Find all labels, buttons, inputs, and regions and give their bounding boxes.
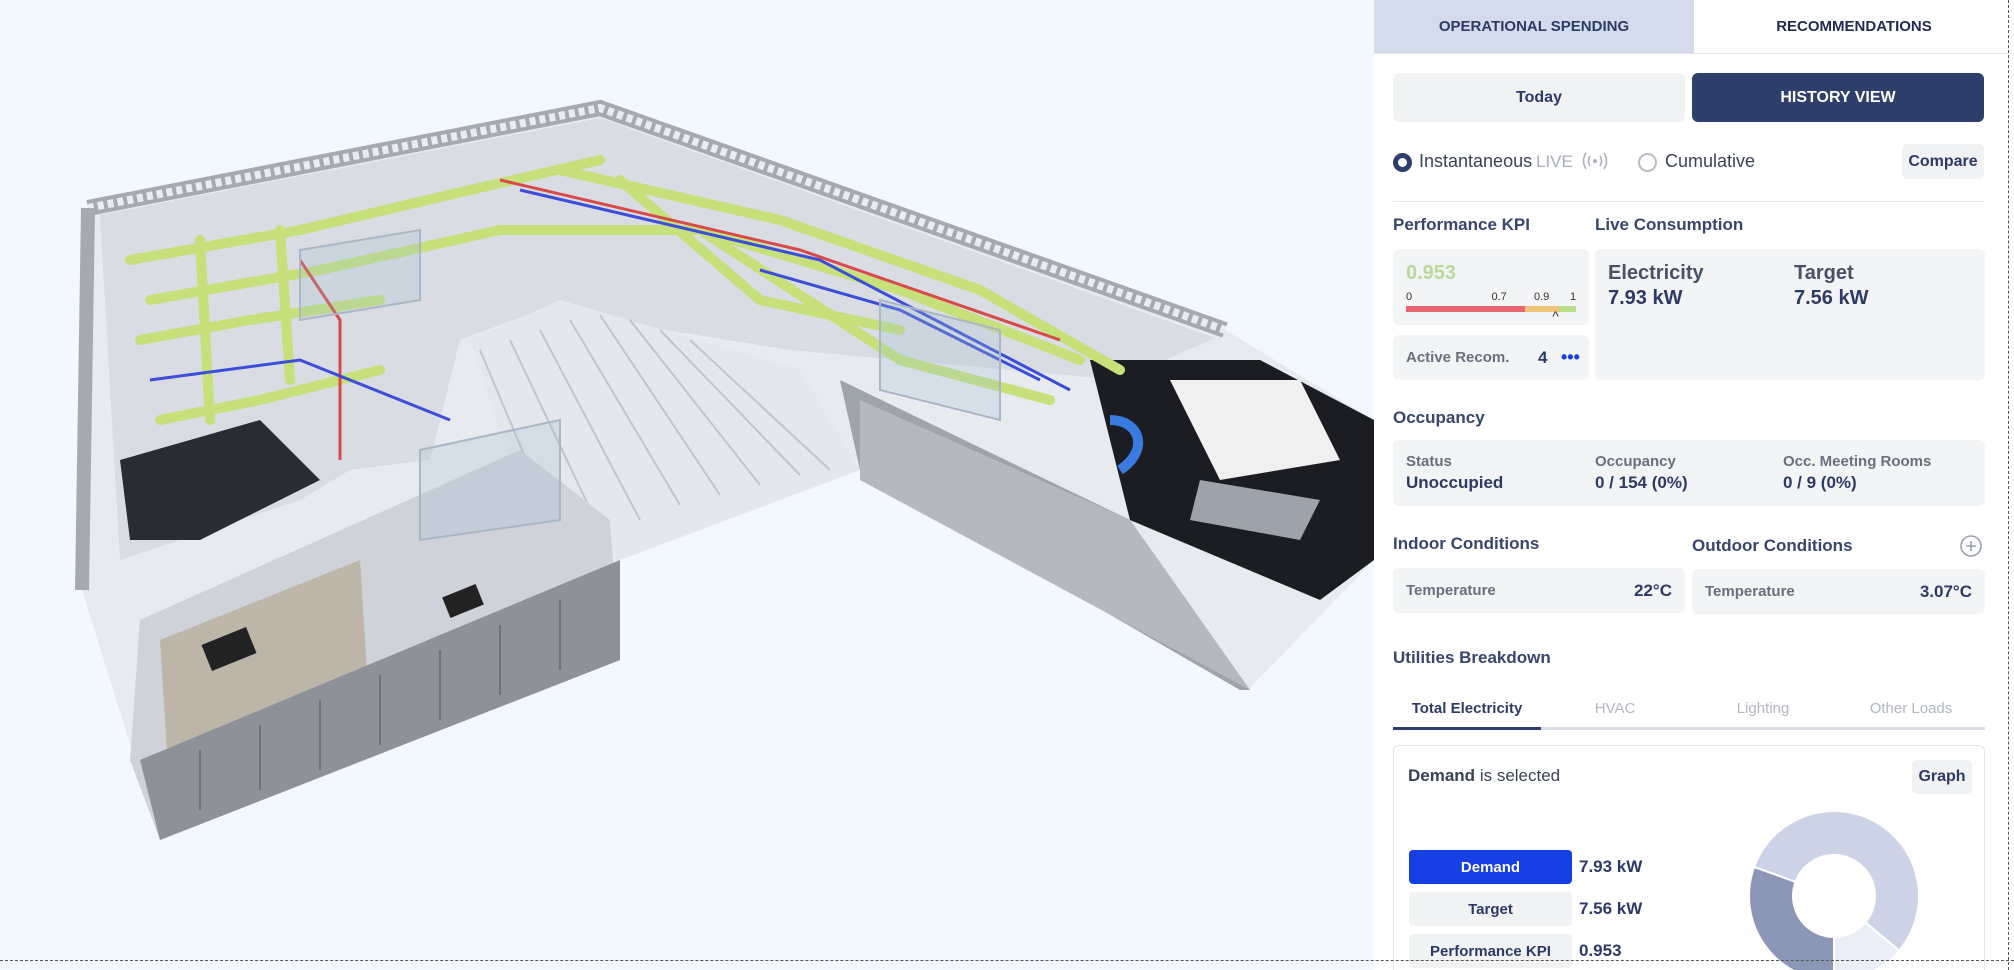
cumulative-radio[interactable] — [1638, 153, 1657, 172]
utilities-card: Demand is selected Graph Demand 7.93 kW … — [1393, 745, 1985, 970]
indoor-heading: Indoor Conditions — [1393, 534, 1540, 553]
active-recom-card[interactable]: Active Recom. 4 ••• — [1393, 335, 1589, 380]
tab-operational-spending[interactable]: OPERATIONAL SPENDING — [1374, 0, 1694, 53]
occupancy-card: Status Unoccupied Occupancy 0 / 154 (0%)… — [1393, 440, 1985, 506]
kpi-tick-label: 1 — [1570, 291, 1577, 303]
side-panel: OPERATIONAL SPENDING RECOMMENDATIONS Tod… — [1374, 0, 2014, 970]
status-label: Status — [1406, 453, 1452, 470]
live-label: LIVE — [1536, 152, 1573, 171]
kpi-scale-bar — [1406, 306, 1576, 312]
target-value: 7.56 kW — [1794, 287, 1869, 309]
mode-selector: Instantaneous LIVE Cumulative — [1393, 150, 1985, 174]
indoor-temp-value: 22°C — [1634, 581, 1672, 600]
tab-active-underline — [1393, 727, 1541, 730]
kpi-caret-icon: ^ — [1552, 308, 1559, 324]
outdoor-temp-label: Temperature — [1705, 583, 1795, 600]
outdoor-card: Temperature 3.07°C — [1692, 569, 1985, 614]
kpi-scale-segment — [1559, 306, 1576, 312]
selected-suffix: is selected — [1479, 766, 1561, 785]
kpi-tick-label: 0.7 — [1491, 291, 1507, 303]
performance-kpi-heading: Performance KPI — [1393, 215, 1530, 234]
kpi-tick-label: 0.9 — [1534, 291, 1550, 303]
occupancy-label: Occupancy — [1595, 453, 1676, 470]
legend-target-value: 7.56 kW — [1579, 899, 1643, 918]
legend-demand-value: 7.93 kW — [1579, 857, 1643, 876]
edge-guide-vertical — [2008, 0, 2009, 970]
compare-button[interactable]: Compare — [1902, 144, 1984, 179]
occupancy-heading: Occupancy — [1393, 408, 1485, 427]
broadcast-icon — [1580, 151, 1610, 171]
building-3d-viewport[interactable] — [0, 0, 1374, 970]
legend-kpi-value: 0.953 — [1579, 941, 1622, 960]
kpi-scale-segment — [1406, 306, 1525, 312]
graph-button[interactable]: Graph — [1912, 760, 1972, 794]
live-consumption-card: Electricity 7.93 kW Target 7.56 kW — [1595, 249, 1985, 380]
outdoor-temp-value: 3.07°C — [1919, 582, 1972, 601]
top-tabs: OPERATIONAL SPENDING RECOMMENDATIONS — [1374, 0, 2014, 54]
active-recom-label: Active Recom. — [1406, 349, 1510, 366]
tab-hvac[interactable]: HVAC — [1541, 700, 1689, 728]
occupancy-value: 0 / 154 (0%) — [1595, 473, 1688, 492]
legend-demand-button[interactable]: Demand — [1409, 850, 1572, 884]
active-recom-count: 4 — [1538, 348, 1548, 367]
target-label: Target — [1794, 262, 1854, 284]
kpi-card: 0.953 0 0.7 0.9 1 ^ — [1393, 249, 1589, 325]
outdoor-heading: Outdoor Conditions — [1692, 536, 1853, 555]
live-consumption-heading: Live Consumption — [1595, 215, 1744, 234]
instantaneous-radio[interactable] — [1393, 153, 1412, 172]
utilities-heading: Utilities Breakdown — [1393, 648, 1551, 667]
edge-guide-horizontal — [0, 960, 2014, 961]
tab-total-electricity[interactable]: Total Electricity — [1393, 700, 1541, 728]
electricity-label: Electricity — [1608, 262, 1704, 284]
legend-kpi-button[interactable]: Performance KPI — [1409, 934, 1572, 968]
cumulative-label: Cumulative — [1665, 151, 1756, 171]
donut-chart — [1748, 810, 1920, 970]
history-view-button[interactable]: HISTORY VIEW — [1692, 73, 1984, 122]
plus-circle-icon[interactable] — [1959, 534, 1983, 558]
building-model[interactable] — [0, 0, 1374, 970]
status-value: Unoccupied — [1406, 473, 1504, 492]
electricity-value: 7.93 kW — [1608, 287, 1683, 309]
tab-lighting[interactable]: Lighting — [1689, 700, 1837, 728]
ellipsis-icon[interactable]: ••• — [1561, 347, 1580, 368]
selected-text: Demand is selected — [1408, 766, 1560, 786]
kpi-value: 0.953 — [1406, 262, 1457, 284]
meeting-rooms-label: Occ. Meeting Rooms — [1783, 453, 1932, 470]
legend-target-button[interactable]: Target — [1409, 892, 1572, 926]
indoor-card: Temperature 22°C — [1393, 568, 1685, 613]
today-button[interactable]: Today — [1393, 73, 1685, 122]
divider — [1393, 201, 1985, 202]
tab-other-loads[interactable]: Other Loads — [1837, 700, 1985, 728]
meeting-rooms-value: 0 / 9 (0%) — [1783, 473, 1857, 492]
tab-recommendations[interactable]: RECOMMENDATIONS — [1694, 0, 2014, 53]
selected-metric: Demand — [1408, 766, 1476, 785]
instantaneous-label: Instantaneous — [1419, 151, 1533, 171]
kpi-tick-label: 0 — [1406, 291, 1413, 303]
indoor-temp-label: Temperature — [1406, 582, 1496, 599]
